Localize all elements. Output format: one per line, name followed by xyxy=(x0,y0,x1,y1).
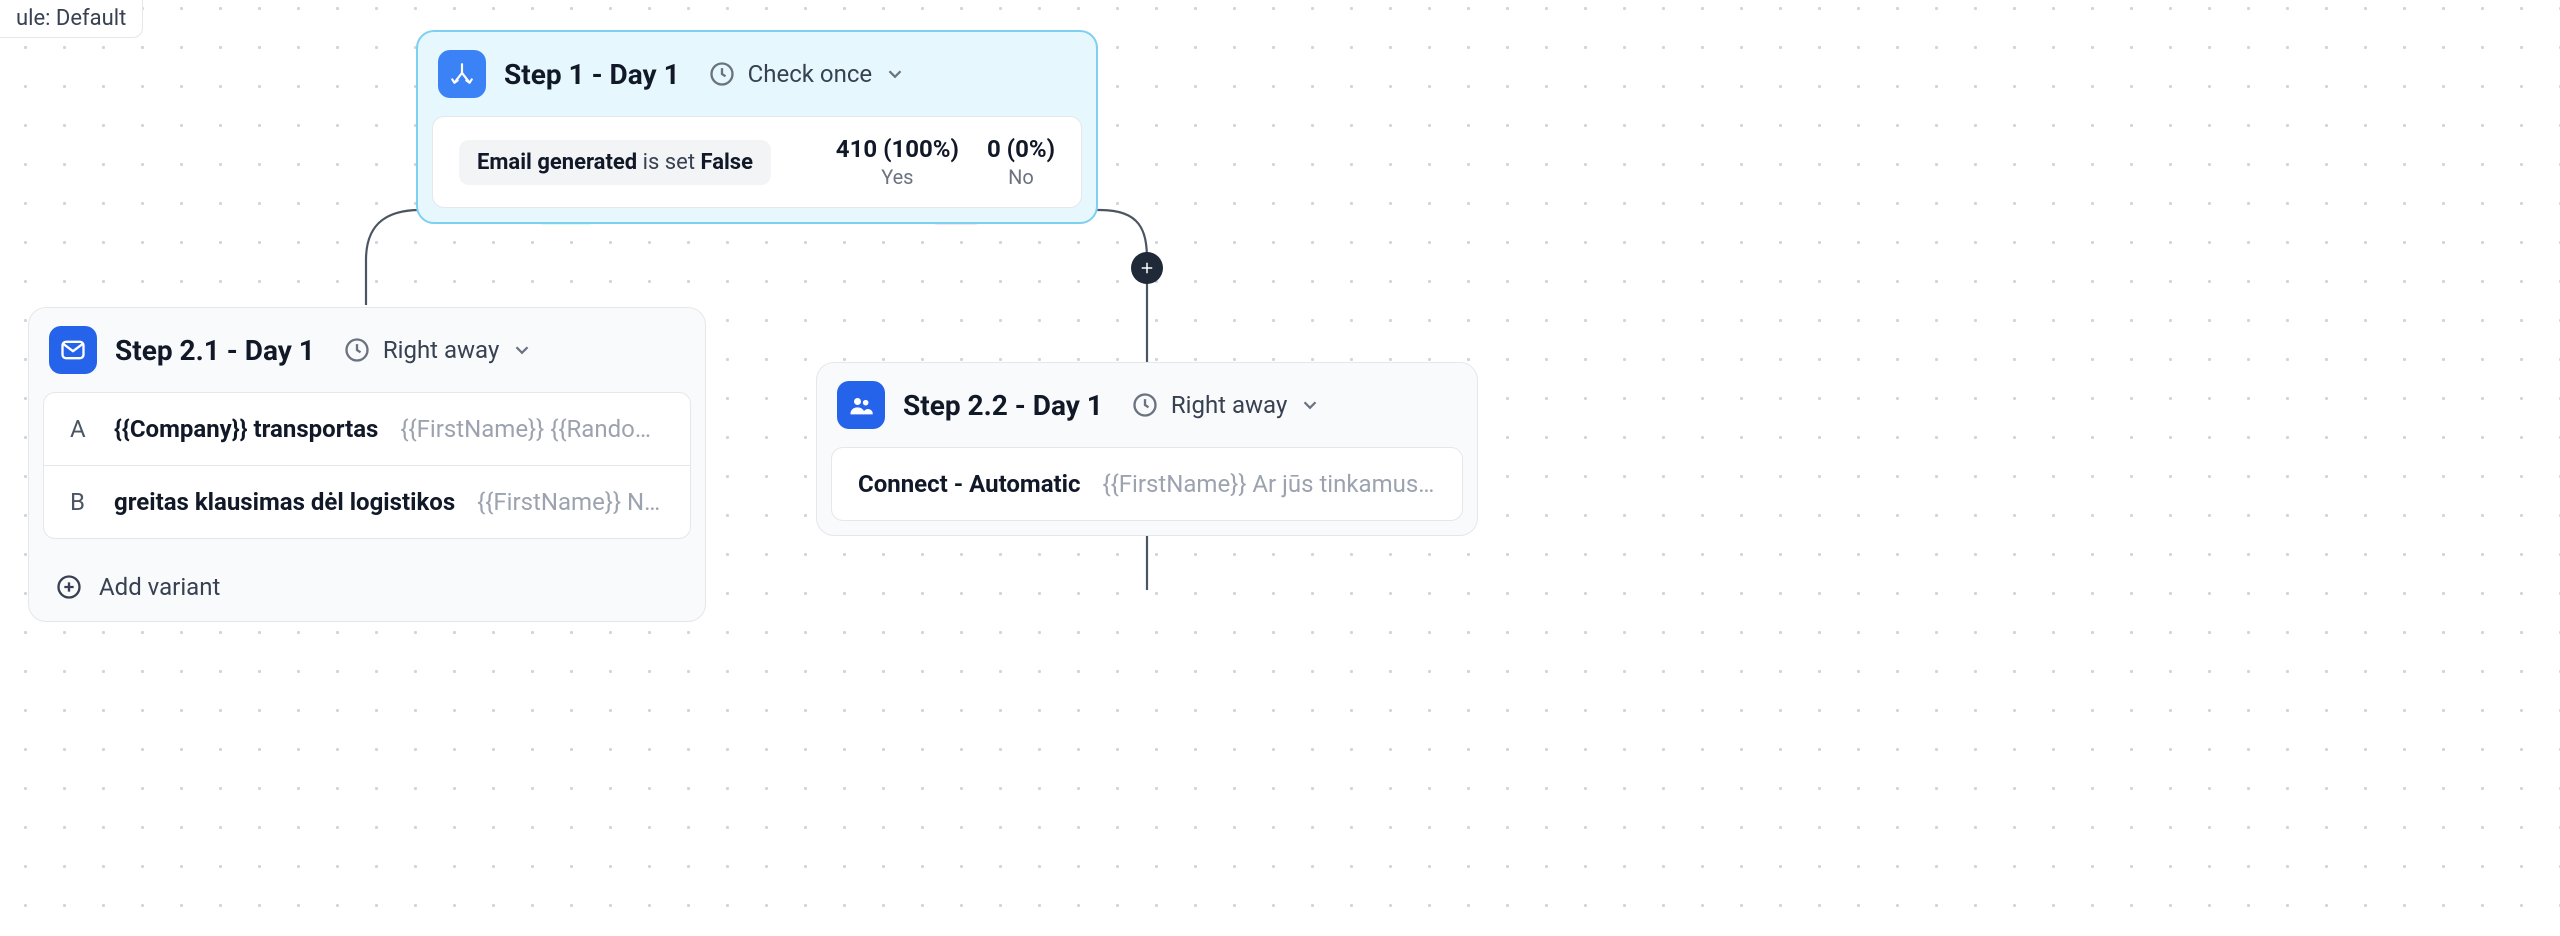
rule-chip[interactable]: ule: Default xyxy=(0,0,143,38)
stat-yes: 410 (100%) Yes xyxy=(836,135,959,189)
variant-preview: {{FirstName}} {{Random | 'rašau' | 'krei… xyxy=(400,415,664,443)
step1-node[interactable]: Step 1 - Day 1 Check once Email generate… xyxy=(416,30,1098,224)
chevron-down-icon xyxy=(511,339,533,361)
stat-no-value: 0 (0%) xyxy=(987,135,1055,163)
add-variant-button[interactable]: Add variant xyxy=(29,553,705,621)
step1-title: Step 1 - Day 1 xyxy=(504,58,680,91)
step21-timing[interactable]: Right away xyxy=(343,336,533,364)
step22-item-row[interactable]: Connect - Automatic {{FirstName}} Ar jūs… xyxy=(832,448,1462,520)
step1-header: Step 1 - Day 1 Check once xyxy=(418,32,1096,116)
condition-stats: 410 (100%) Yes 0 (0%) No xyxy=(836,135,1055,189)
step21-node[interactable]: Step 2.1 - Day 1 Right away A {{Company}… xyxy=(28,307,706,622)
step21-body: A {{Company}} transportas {{FirstName}} … xyxy=(43,392,691,539)
step1-timing[interactable]: Check once xyxy=(708,60,906,88)
step1-body: Email generated is set False 410 (100%) … xyxy=(432,116,1082,208)
clock-icon xyxy=(1131,391,1159,419)
step22-header: Step 2.2 - Day 1 Right away xyxy=(817,363,1477,447)
step1-timing-text: Check once xyxy=(748,60,872,88)
condition-field: Email generated xyxy=(477,150,637,175)
stat-yes-value: 410 (100%) xyxy=(836,135,959,163)
step22-node[interactable]: Step 2.2 - Day 1 Right away Connect - Au… xyxy=(816,362,1478,536)
step22-body: Connect - Automatic {{FirstName}} Ar jūs… xyxy=(831,447,1463,521)
step21-timing-text: Right away xyxy=(383,336,499,364)
condition-icon xyxy=(438,50,486,98)
plus-icon xyxy=(1138,259,1156,277)
rule-chip-label: ule: Default xyxy=(16,6,126,31)
stat-no-label: No xyxy=(987,165,1055,189)
clock-icon xyxy=(343,336,371,364)
variant-row-a[interactable]: A {{Company}} transportas {{FirstName}} … xyxy=(44,393,690,466)
variant-key: A xyxy=(70,415,92,443)
variant-subject: greitas klausimas dėl logistikos xyxy=(114,488,455,516)
variant-row-b[interactable]: B greitas klausimas dėl logistikos {{Fir… xyxy=(44,466,690,538)
email-icon xyxy=(49,326,97,374)
variant-preview: {{FirstName}} Norėjau sužinoti ar {{C... xyxy=(477,488,664,516)
chevron-down-icon xyxy=(884,63,906,85)
stat-yes-label: Yes xyxy=(836,165,959,189)
people-icon xyxy=(837,381,885,429)
step1-condition-row[interactable]: Email generated is set False 410 (100%) … xyxy=(433,117,1081,207)
add-variant-label: Add variant xyxy=(99,573,220,601)
clock-icon xyxy=(708,60,736,88)
step21-header: Step 2.1 - Day 1 Right away xyxy=(29,308,705,392)
step22-timing[interactable]: Right away xyxy=(1131,391,1321,419)
condition-value: False xyxy=(701,150,754,175)
step22-timing-text: Right away xyxy=(1171,391,1287,419)
variant-key: B xyxy=(70,488,92,516)
step22-subject: Connect - Automatic xyxy=(858,470,1081,498)
add-step-button[interactable] xyxy=(1131,252,1163,284)
plus-circle-icon xyxy=(55,573,83,601)
condition-op: is set xyxy=(643,150,695,175)
condition-pill: Email generated is set False xyxy=(459,140,771,185)
chevron-down-icon xyxy=(1299,394,1321,416)
stat-no: 0 (0%) No xyxy=(987,135,1055,189)
step22-preview: {{FirstName}} Ar jūs tinkamus žmogus apt… xyxy=(1103,470,1436,498)
step22-title: Step 2.2 - Day 1 xyxy=(903,389,1103,422)
variant-subject: {{Company}} transportas xyxy=(114,415,378,443)
step21-title: Step 2.1 - Day 1 xyxy=(115,334,315,367)
